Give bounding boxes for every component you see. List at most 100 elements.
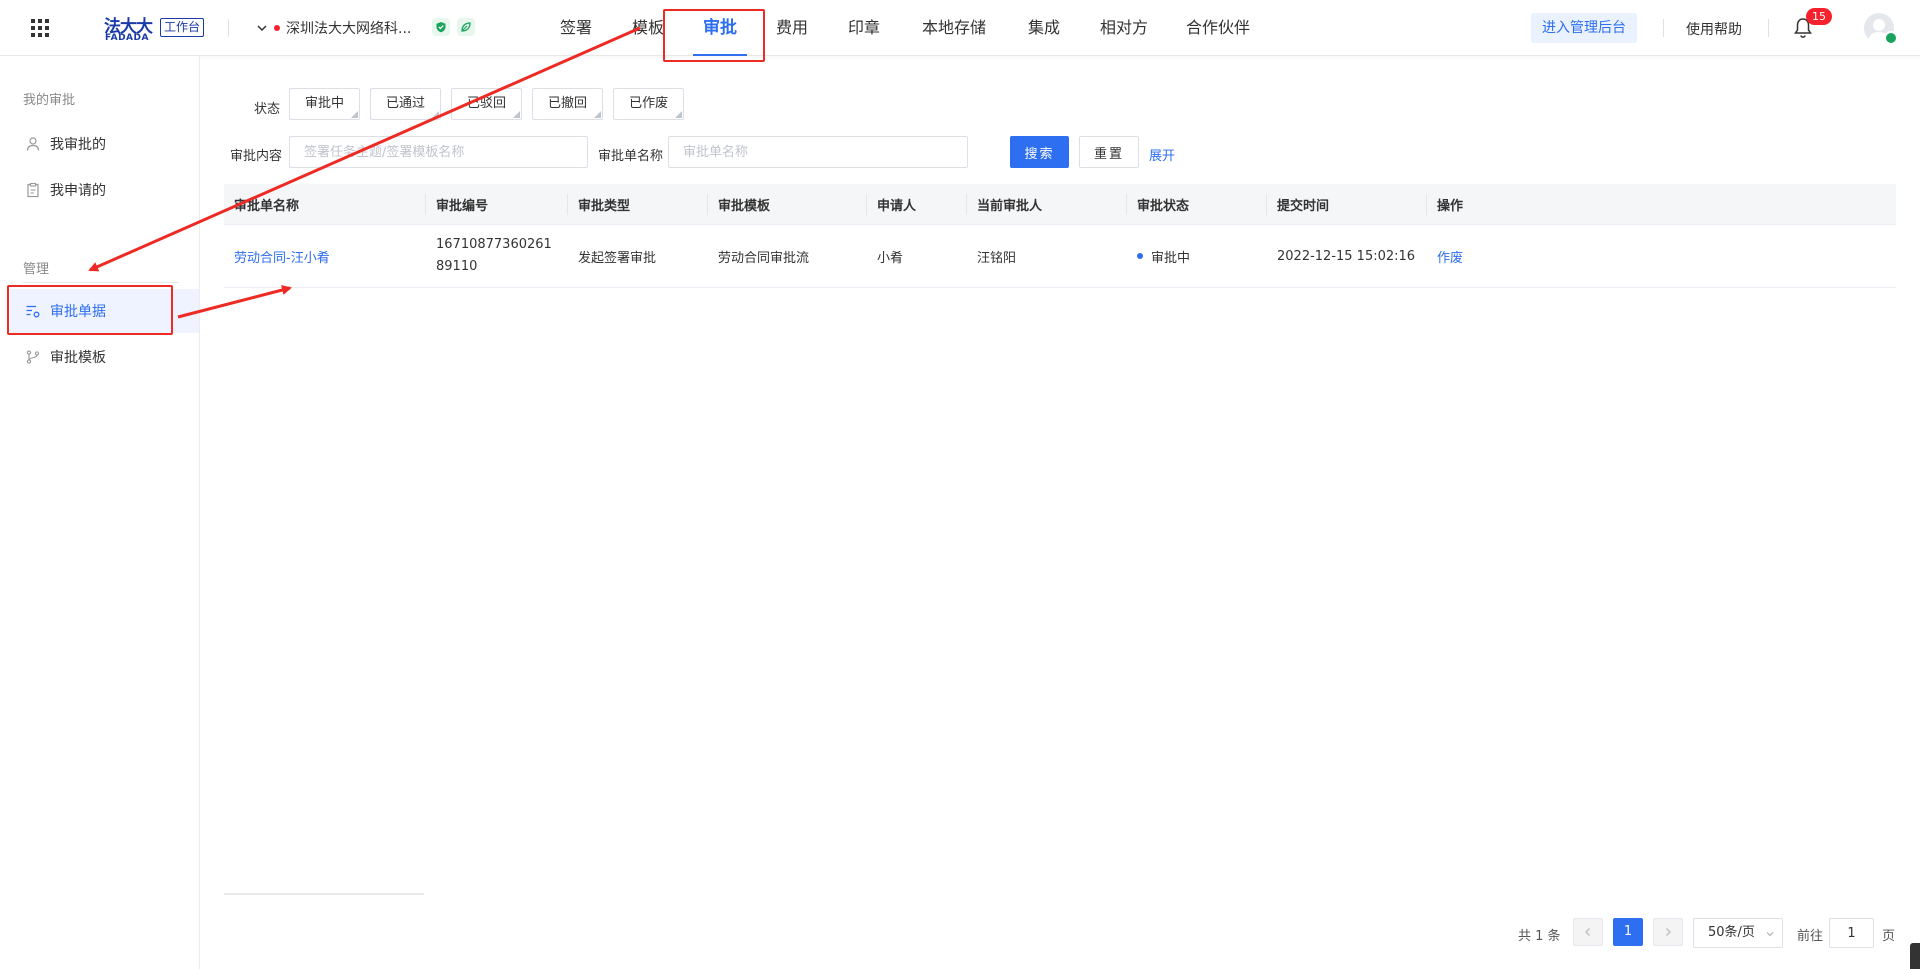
page-number-button[interactable]: 1 — [1613, 918, 1643, 946]
approval-number: 1671087736026189110 — [436, 225, 556, 287]
admin-console-button[interactable]: 进入管理后台 — [1531, 13, 1637, 43]
status-filter-chips: 审批中 已通过 已驳回 已撤回 已作废 — [289, 88, 685, 120]
nav-counterparty[interactable]: 相对方 — [1080, 0, 1168, 56]
applicant: 小肴 — [877, 250, 904, 266]
divider — [228, 19, 229, 37]
approval-template: 劳动合同审批流 — [718, 250, 810, 266]
app-grid-icon[interactable] — [30, 18, 50, 38]
chevron-down-icon — [257, 25, 267, 32]
nav-seal[interactable]: 印章 — [828, 0, 900, 56]
column-separator — [866, 194, 867, 215]
chevron-left-icon — [1585, 928, 1590, 936]
column-separator — [966, 194, 967, 215]
sidebar-item-my-approvals[interactable]: 我审批的 — [10, 122, 199, 166]
status-dot — [1137, 253, 1143, 259]
sidebar-item-approval-templates[interactable]: 审批模板 — [10, 335, 199, 379]
column-header: 操作 — [1437, 198, 1464, 214]
side-tab-handle[interactable] — [1910, 943, 1920, 969]
status-chip-withdrawn[interactable]: 已撤回 — [532, 88, 604, 120]
search-button[interactable]: 搜索 — [1010, 136, 1069, 168]
verified-check-icon — [1884, 31, 1898, 45]
user-icon — [26, 137, 40, 151]
divider — [1768, 19, 1769, 37]
column-header: 申请人 — [877, 198, 917, 214]
table-row: 劳动合同-汪小肴 1671087736026189110 发起签署审批 劳动合同… — [224, 225, 1896, 288]
branch-icon — [26, 350, 40, 364]
chevron-right-icon — [1666, 928, 1671, 936]
goto-label: 前往 — [1797, 929, 1824, 944]
sidebar-item-my-requests[interactable]: 我申请的 — [10, 168, 199, 212]
sidebar-group-mine: 我的审批 — [23, 93, 76, 108]
help-link[interactable]: 使用帮助 — [1686, 19, 1742, 39]
sidebar-item-label: 审批单据 — [50, 304, 106, 320]
approval-name-link[interactable]: 劳动合同-汪小肴 — [234, 225, 330, 287]
void-action-link[interactable]: 作废 — [1437, 225, 1463, 287]
page-size-select[interactable]: 50条/页 — [1693, 918, 1783, 948]
approval-status: 审批中 — [1137, 225, 1190, 287]
clipboard-icon — [27, 182, 39, 198]
nav-template[interactable]: 模板 — [612, 0, 684, 56]
column-separator — [1426, 194, 1427, 215]
sidebar: 我的审批 我审批的 我申请的 管理 审批单据 审批模板 — [0, 56, 200, 969]
content-field-label: 审批内容 — [230, 149, 283, 164]
chevron-down-icon — [1766, 932, 1774, 937]
page-suffix-label: 页 — [1882, 929, 1896, 944]
notification-badge: 15 — [1806, 8, 1832, 25]
current-approver: 汪铭阳 — [977, 250, 1017, 266]
nav-approval[interactable]: 审批 — [684, 0, 756, 56]
sidebar-item-approval-documents[interactable]: 审批单据 — [10, 289, 199, 333]
column-header: 审批模板 — [718, 198, 771, 214]
status-chip-voided[interactable]: 已作废 — [613, 88, 685, 120]
expand-filters-link[interactable]: 展开 — [1149, 145, 1175, 164]
goto-page-input[interactable] — [1829, 918, 1874, 948]
column-header: 审批状态 — [1137, 198, 1190, 214]
sidebar-item-label: 我申请的 — [50, 183, 106, 199]
company-switcher[interactable]: 深圳法大大网络科... — [256, 18, 411, 38]
column-header: 当前审批人 — [977, 198, 1043, 214]
column-header: 审批编号 — [436, 198, 489, 214]
column-separator — [567, 194, 568, 215]
reset-button[interactable]: 重置 — [1079, 136, 1139, 168]
page-size-value: 50条/页 — [1708, 925, 1755, 940]
table-header: 审批单名称 审批编号 审批类型 审批模板 申请人 当前审批人 审批状态 提交时间… — [224, 184, 1896, 225]
status-chip-rejected[interactable]: 已驳回 — [451, 88, 523, 120]
submit-time: 2022-12-15 15:02:16 — [1277, 248, 1416, 264]
status-filter-label: 状态 — [254, 102, 281, 117]
sidebar-item-label: 我审批的 — [50, 137, 106, 153]
approval-number-text: 1671087736026189110 — [436, 237, 552, 274]
list-settings-icon — [26, 305, 40, 318]
column-separator — [1266, 194, 1267, 215]
company-name: 深圳法大大网络科... — [286, 21, 412, 37]
prev-page-button[interactable] — [1573, 918, 1603, 946]
status-chip-pending[interactable]: 审批中 — [289, 88, 361, 120]
name-search-input[interactable] — [668, 136, 968, 168]
nav-sign[interactable]: 签署 — [540, 0, 612, 56]
status-dot — [274, 25, 280, 31]
approval-table: 审批单名称 审批编号 审批类型 审批模板 申请人 当前审批人 审批状态 提交时间… — [224, 184, 1896, 288]
column-separator — [1126, 194, 1127, 215]
column-header: 审批类型 — [578, 198, 631, 214]
column-separator — [707, 194, 708, 215]
nav-fees[interactable]: 费用 — [756, 0, 828, 56]
column-header: 提交时间 — [1277, 198, 1330, 214]
status-chip-approved[interactable]: 已通过 — [370, 88, 442, 120]
pagination-total: 共 1 条 — [1518, 929, 1561, 944]
divider — [1663, 19, 1664, 37]
nav-partners[interactable]: 合作伙伴 — [1168, 0, 1268, 56]
content-search-input[interactable] — [289, 136, 588, 168]
nav-local-storage[interactable]: 本地存储 — [900, 0, 1008, 56]
approval-status-text: 审批中 — [1151, 250, 1191, 266]
top-bar: 法大大 FADADA 工作台 深圳法大大网络科... 签署 模板 审批 费用 印… — [0, 0, 1920, 56]
workbench-badge: 工作台 — [160, 18, 205, 37]
column-separator — [425, 194, 426, 215]
main-nav: 签署 模板 审批 费用 印章 本地存储 集成 相对方 合作伙伴 — [540, 0, 1268, 56]
sidebar-group-manage: 管理 — [23, 262, 50, 277]
name-field-label: 审批单名称 — [598, 149, 664, 164]
column-header: 审批单名称 — [234, 198, 300, 214]
next-page-button[interactable] — [1653, 918, 1683, 946]
nav-integration[interactable]: 集成 — [1008, 0, 1080, 56]
horizontal-scrollbar[interactable] — [224, 893, 424, 895]
verified-shield-icon — [432, 18, 450, 36]
sidebar-item-label: 审批模板 — [50, 350, 106, 366]
approval-type: 发起签署审批 — [578, 250, 657, 266]
